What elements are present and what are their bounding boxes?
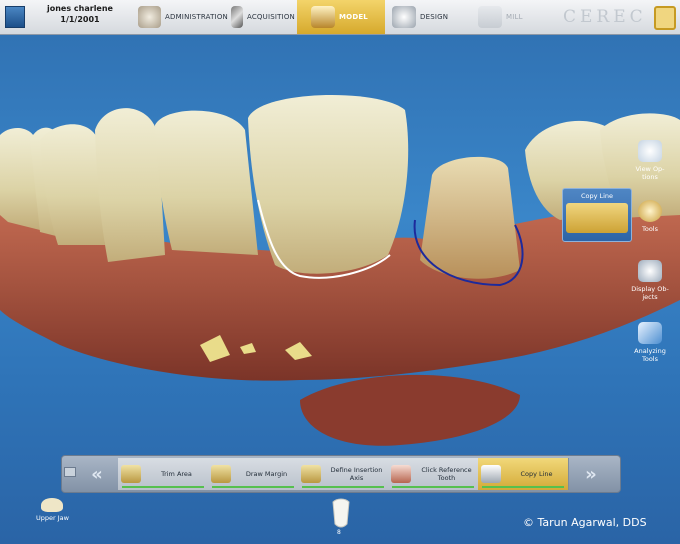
wizard-step-copy-line[interactable]: Copy Line xyxy=(478,458,569,490)
wizard-step-label: Draw Margin xyxy=(245,470,288,478)
tooth-number: 8 xyxy=(337,529,341,536)
upper-jaw-label: Upper Jaw xyxy=(36,514,69,522)
tools-tool[interactable]: Tools xyxy=(630,200,670,233)
administration-icon xyxy=(138,6,161,28)
reference-tooth-icon xyxy=(391,465,411,483)
copy-line-popup-label: Copy Line xyxy=(580,192,614,200)
phase-bar: jones charlene 1/1/2001 ADMINISTRATION A… xyxy=(0,0,680,35)
view-options-label: View Op- tions xyxy=(635,165,665,181)
display-objects-label: Display Ob- jects xyxy=(631,285,669,301)
draw-margin-icon xyxy=(211,465,231,483)
minimize-toolbar-icon[interactable] xyxy=(64,467,76,477)
copy-line-popup[interactable]: Copy Line xyxy=(562,188,632,242)
patient-dob: 1/1/2001 xyxy=(60,15,100,24)
wizard-step-define-insertion-axis[interactable]: Define Insertion Axis xyxy=(298,458,389,490)
phase-label: ADMINISTRATION xyxy=(164,13,228,21)
design-icon xyxy=(392,6,416,28)
prepared-tooth xyxy=(420,156,520,279)
copy-line-step-icon xyxy=(481,465,501,483)
dental-model-render[interactable] xyxy=(0,34,680,454)
upper-jaw-button[interactable]: Upper Jaw xyxy=(36,498,69,522)
next-step-button[interactable]: » xyxy=(576,461,606,487)
step-progress xyxy=(122,486,204,488)
phase-label: MILL xyxy=(506,13,523,21)
phase-label: MODEL xyxy=(339,13,368,21)
step-progress xyxy=(392,486,474,488)
patient-info: jones charlene 1/1/2001 xyxy=(30,3,130,25)
display-objects-icon xyxy=(638,260,662,282)
patient-icon[interactable] xyxy=(5,6,25,28)
phase-mill: MILL xyxy=(478,0,538,34)
step-progress xyxy=(212,486,294,488)
camera-icon xyxy=(231,6,243,28)
brand-logo: CEREC xyxy=(563,7,647,27)
phase-design[interactable]: DESIGN xyxy=(392,0,462,34)
step-progress xyxy=(302,486,384,488)
phase-administration[interactable]: ADMINISTRATION xyxy=(138,0,228,34)
display-objects-tool[interactable]: Display Ob- jects xyxy=(628,260,672,301)
copyright-watermark: © Tarun Agarwal, DDS xyxy=(523,516,647,529)
phase-acquisition[interactable]: ACQUISITION xyxy=(231,0,295,34)
wizard-step-label: Copy Line xyxy=(520,470,553,478)
trim-area-icon xyxy=(121,465,141,483)
wizard-step-label: Define Insertion Axis xyxy=(330,466,383,482)
step-progress xyxy=(482,486,564,488)
lip xyxy=(300,374,520,446)
wizard-step-click-reference-tooth[interactable]: Click Reference Tooth xyxy=(388,458,479,490)
view-options-icon xyxy=(638,140,662,162)
patient-name: jones charlene xyxy=(47,4,113,13)
model-icon xyxy=(311,6,335,28)
model-viewport[interactable] xyxy=(0,34,680,454)
phase-label: ACQUISITION xyxy=(246,13,295,21)
wizard-step-label: Trim Area xyxy=(161,470,192,478)
selected-tooth-icon[interactable] xyxy=(329,498,353,534)
insertion-axis-icon xyxy=(301,465,321,483)
wizard-step-draw-margin[interactable]: Draw Margin xyxy=(208,458,299,490)
upper-jaw-icon xyxy=(41,498,64,512)
view-options-tool[interactable]: View Op- tions xyxy=(630,140,670,181)
mill-icon xyxy=(478,6,502,28)
phase-label: DESIGN xyxy=(420,13,449,21)
tooth xyxy=(155,110,258,255)
analyzing-tools-icon xyxy=(638,322,662,344)
wizard-step-label: Click Reference Tooth xyxy=(421,466,472,482)
copy-line-icon xyxy=(566,203,628,233)
help-icon[interactable] xyxy=(654,6,676,30)
previous-step-button[interactable]: « xyxy=(82,461,112,487)
wizard-step-trim-area[interactable]: Trim Area xyxy=(118,458,209,490)
wizard-bar: « Trim Area Draw Margin Define Insertion… xyxy=(61,455,621,493)
tools-label: Tools xyxy=(641,225,658,233)
tools-icon xyxy=(638,200,662,222)
phase-model[interactable]: MODEL xyxy=(297,0,385,34)
tooth xyxy=(95,108,165,263)
analyzing-tools-tool[interactable]: Analyzing Tools xyxy=(630,322,670,363)
analyzing-tools-label: Analyzing Tools xyxy=(634,347,666,363)
